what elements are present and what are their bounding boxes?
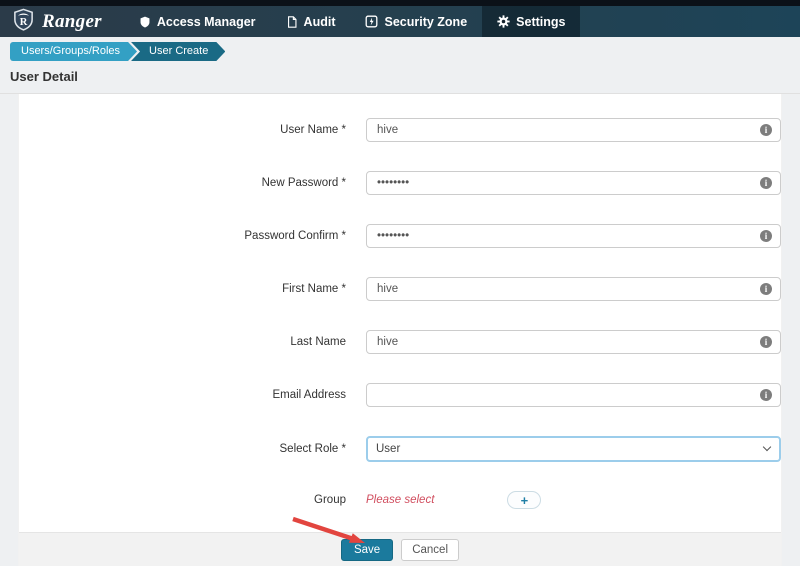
last-name-row: Last Name i <box>19 330 781 354</box>
ranger-brand[interactable]: R Ranger <box>0 6 124 37</box>
info-icon: i <box>760 283 772 295</box>
first-name-input[interactable] <box>366 277 781 301</box>
group-placeholder[interactable]: Please select <box>366 494 434 506</box>
shield-icon <box>139 16 151 28</box>
user-detail-panel: User Name * i New Password * i Password … <box>18 94 782 566</box>
user-name-label: User Name * <box>19 124 366 136</box>
email-wrap: i <box>366 383 781 407</box>
group-label: Group <box>19 494 366 506</box>
user-form: User Name * i New Password * i Password … <box>19 94 781 532</box>
nav-label: Audit <box>304 15 336 29</box>
nav-audit[interactable]: Audit <box>271 6 351 37</box>
page-title-bar: User Detail <box>0 64 800 94</box>
email-label: Email Address <box>19 389 366 401</box>
nav-label: Access Manager <box>157 15 256 29</box>
info-icon: i <box>760 389 772 401</box>
role-select[interactable]: User <box>366 436 781 462</box>
email-row: Email Address i <box>19 383 781 407</box>
user-name-wrap: i <box>366 118 781 142</box>
password-confirm-wrap: i <box>366 224 781 248</box>
plus-icon: + <box>521 493 529 508</box>
password-confirm-input[interactable] <box>366 224 781 248</box>
password-confirm-label: Password Confirm * <box>19 230 366 242</box>
ranger-logo-icon: R <box>12 8 35 36</box>
info-icon: i <box>760 230 772 242</box>
user-name-row: User Name * i <box>19 118 781 142</box>
nav-settings[interactable]: Settings <box>482 6 580 37</box>
gear-icon <box>497 15 510 28</box>
info-icon: i <box>760 336 772 348</box>
new-password-input[interactable] <box>366 171 781 195</box>
password-confirm-row: Password Confirm * i <box>19 224 781 248</box>
page-title: User Detail <box>10 69 78 84</box>
nav-security-zone[interactable]: Security Zone <box>350 6 482 37</box>
navbar: R Ranger Access Manager Audit Security Z… <box>0 6 800 37</box>
first-name-label: First Name * <box>19 283 366 295</box>
zone-bolt-icon <box>365 15 378 28</box>
select-role-wrap: User <box>366 436 781 462</box>
form-footer: Save Cancel <box>19 532 781 566</box>
nav-label: Settings <box>516 15 565 29</box>
nav-label: Security Zone <box>384 15 467 29</box>
new-password-wrap: i <box>366 171 781 195</box>
user-name-input[interactable] <box>366 118 781 142</box>
new-password-label: New Password * <box>19 177 366 189</box>
select-role-label: Select Role * <box>19 443 366 455</box>
cancel-button[interactable]: Cancel <box>401 539 459 561</box>
last-name-label: Last Name <box>19 336 366 348</box>
email-input[interactable] <box>366 383 781 407</box>
group-row: Group Please select + <box>19 491 781 509</box>
brand-name: Ranger <box>42 11 102 33</box>
info-icon: i <box>760 124 772 136</box>
first-name-wrap: i <box>366 277 781 301</box>
breadcrumb: Users/Groups/Roles User Create <box>0 37 800 64</box>
svg-text:R: R <box>20 17 28 28</box>
document-icon <box>286 16 298 28</box>
nav-access-manager[interactable]: Access Manager <box>124 6 271 37</box>
add-group-button[interactable]: + <box>507 491 541 509</box>
first-name-row: First Name * i <box>19 277 781 301</box>
save-button[interactable]: Save <box>341 539 393 561</box>
breadcrumb-user-create[interactable]: User Create <box>131 42 225 61</box>
last-name-input[interactable] <box>366 330 781 354</box>
new-password-row: New Password * i <box>19 171 781 195</box>
breadcrumb-users-groups-roles[interactable]: Users/Groups/Roles <box>10 42 137 61</box>
select-role-row: Select Role * User <box>19 436 781 462</box>
last-name-wrap: i <box>366 330 781 354</box>
info-icon: i <box>760 177 772 189</box>
